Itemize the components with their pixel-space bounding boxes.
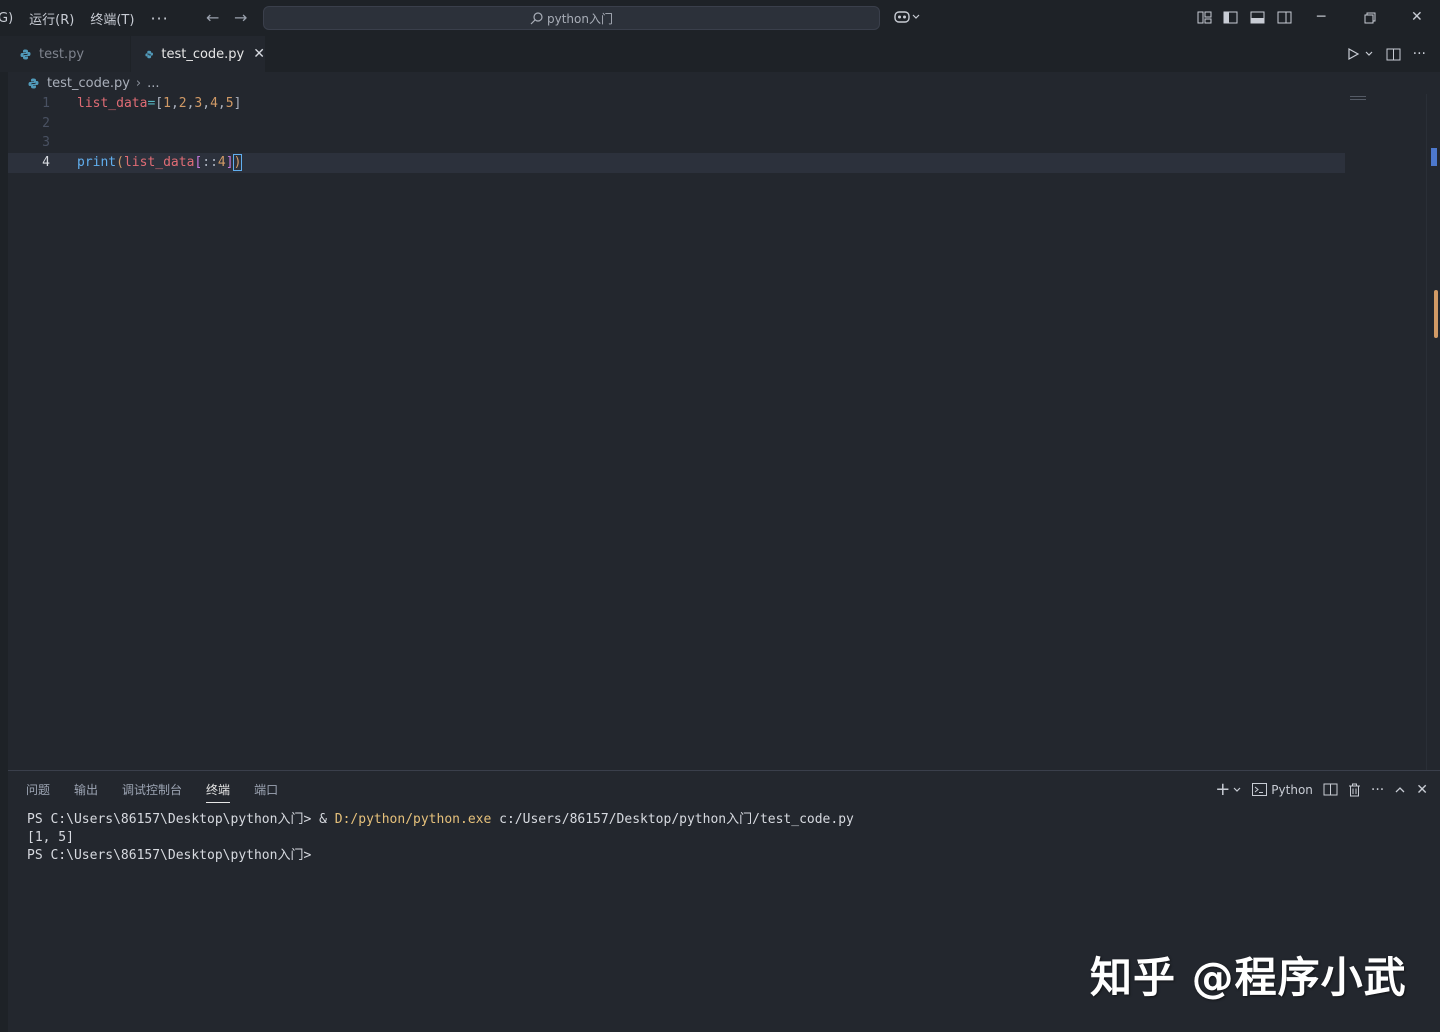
- panel-actions: + Python ··· ✕: [1215, 779, 1428, 800]
- python-file-icon: [28, 78, 39, 88]
- terminal-argument: c:/Users/86157/Desktop/python入门/test_cod…: [491, 812, 854, 827]
- back-arrow-icon[interactable]: ←: [206, 8, 219, 27]
- toggle-primary-sidebar-icon[interactable]: [1223, 10, 1238, 25]
- terminal-output[interactable]: PS C:\Users\86157\Desktop\python入门> & D:…: [27, 811, 854, 865]
- code-line: 3: [8, 133, 1345, 153]
- line-number: 3: [42, 135, 50, 150]
- terminal-exe-path: D:/python/python.exe: [334, 812, 492, 827]
- tab-output[interactable]: 输出: [74, 781, 98, 803]
- code-line: 2: [8, 114, 1345, 134]
- code-text: list_data=[1,2,3,4,5]: [77, 96, 242, 111]
- chevron-down-icon[interactable]: [1232, 786, 1242, 794]
- menu-item-debug[interactable]: G): [0, 11, 13, 26]
- terminal-line: PS C:\Users\86157\Desktop\python入门>: [27, 848, 320, 863]
- forward-arrow-icon[interactable]: →: [234, 8, 247, 27]
- terminal-amp: &: [319, 812, 335, 827]
- python-file-icon: [145, 50, 153, 58]
- panel-tabs: 问题 输出 调试控制台 终端 端口: [26, 781, 302, 803]
- scrollbar-cursor-marker: [1431, 148, 1437, 166]
- terminal-line: [1, 5]: [27, 830, 74, 845]
- tab-test-code-py[interactable]: test_code.py ✕: [131, 36, 265, 72]
- minimap[interactable]: [1350, 96, 1366, 100]
- split-terminal-icon[interactable]: [1323, 782, 1338, 797]
- activity-edge: [0, 72, 8, 1032]
- line-number: 2: [42, 116, 50, 131]
- close-tab-icon[interactable]: ✕: [253, 46, 265, 62]
- minimize-icon[interactable]: ─: [1317, 9, 1325, 25]
- chevron-down-icon[interactable]: [1364, 50, 1374, 58]
- terminal-profile-label: Python: [1271, 782, 1313, 797]
- python-file-icon: [20, 49, 31, 59]
- menu-item-run[interactable]: 运行(R): [29, 9, 74, 28]
- title-bar: G) 运行(R) 终端(T) ··· ← → python入门 ─ ✕: [0, 0, 1440, 36]
- command-center-search[interactable]: python入门: [263, 6, 880, 30]
- breadcrumb: test_code.py › ...: [0, 72, 1426, 94]
- search-text: python入门: [547, 11, 613, 26]
- maximize-panel-icon[interactable]: [1394, 785, 1406, 795]
- chevron-down-icon: [912, 14, 920, 19]
- search-icon: [530, 11, 543, 24]
- tab-problems[interactable]: 问题: [26, 781, 50, 803]
- toggle-panel-icon[interactable]: [1250, 10, 1265, 25]
- more-actions-icon[interactable]: ···: [1413, 46, 1426, 62]
- tab-debug-console[interactable]: 调试控制台: [122, 781, 182, 803]
- breadcrumb-symbols[interactable]: ...: [147, 76, 159, 91]
- terminal-prompt: PS C:\Users\86157\Desktop\python入门>: [27, 812, 320, 827]
- tab-terminal[interactable]: 终端: [206, 781, 231, 803]
- breadcrumb-file[interactable]: test_code.py: [47, 76, 130, 91]
- toggle-secondary-sidebar-icon[interactable]: [1277, 10, 1292, 25]
- code-text: print(list_data[::4]): [77, 154, 243, 171]
- terminal-icon: [1252, 783, 1268, 796]
- scrollbar-marker: [1434, 290, 1438, 338]
- code-line-current: 4 print(list_data[::4]): [8, 153, 1345, 173]
- line-number: 1: [42, 96, 50, 111]
- copilot-icon: [894, 11, 910, 23]
- split-editor-icon[interactable]: [1386, 47, 1401, 62]
- watermark: 知乎 @程序小武: [1090, 953, 1407, 1002]
- close-panel-icon[interactable]: ✕: [1416, 782, 1428, 798]
- more-actions-icon[interactable]: ···: [1371, 782, 1384, 798]
- menu-more-button[interactable]: ···: [150, 9, 168, 28]
- terminal-line: PS C:\Users\86157\Desktop\python入门> & D:…: [27, 811, 854, 829]
- customize-layout-icon[interactable]: [1197, 10, 1212, 25]
- terminal-profile[interactable]: Python: [1252, 783, 1313, 797]
- restore-icon[interactable]: [1364, 12, 1376, 24]
- run-python-file-icon[interactable]: [1346, 47, 1360, 61]
- tab-label: test_code.py: [161, 46, 245, 62]
- close-window-icon[interactable]: ✕: [1411, 9, 1423, 25]
- line-number: 4: [42, 155, 50, 170]
- tab-label: test.py: [39, 46, 85, 62]
- code-line: 1 list_data=[1,2,3,4,5]: [8, 94, 1345, 114]
- code-editor[interactable]: 1 list_data=[1,2,3,4,5] 2 3 4 print(list…: [8, 94, 1426, 770]
- menu-item-terminal[interactable]: 终端(T): [90, 9, 134, 28]
- editor-tab-bar: test.py test_code.py ✕ ···: [0, 36, 1440, 72]
- tab-ports[interactable]: 端口: [254, 781, 278, 803]
- editor-actions: ···: [1346, 46, 1426, 62]
- menu-bar: G) 运行(R) 终端(T) ···: [0, 9, 185, 28]
- editor-scrollbar[interactable]: [1426, 94, 1440, 770]
- tab-test-py[interactable]: test.py: [0, 36, 130, 72]
- trash-icon[interactable]: [1348, 783, 1361, 797]
- new-terminal-icon[interactable]: +: [1215, 779, 1230, 800]
- copilot-menu[interactable]: [893, 9, 921, 25]
- chevron-right-icon: ›: [135, 75, 142, 91]
